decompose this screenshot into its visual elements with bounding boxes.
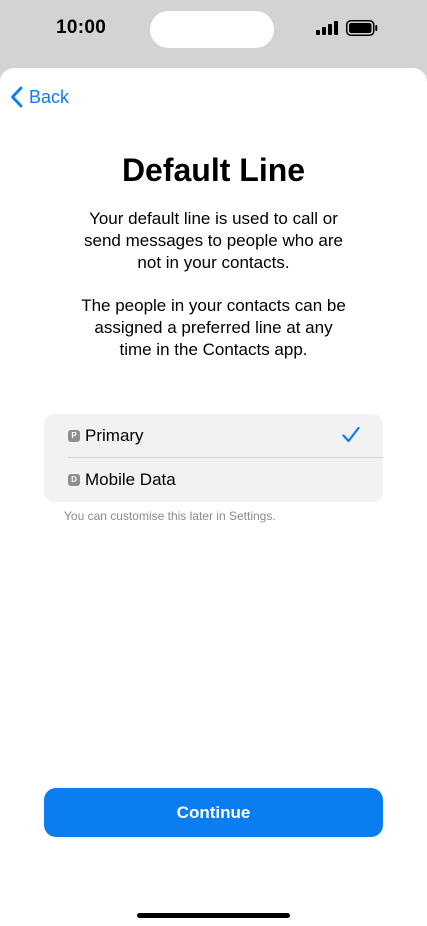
option-label-mobile-data: Mobile Data [85, 470, 176, 489]
description-paragraph-1: Your default line is used to call or sen… [84, 209, 343, 272]
option-label-primary: Primary [85, 426, 144, 445]
page-title: Default Line [121, 152, 306, 188]
line-badge-primary: P [68, 430, 80, 442]
description-paragraph-2: The people in your contacts can be assig… [81, 296, 346, 359]
line-badge-mobile-data: D [68, 474, 80, 486]
back-label: Back [29, 86, 70, 107]
settings-hint: You can customise this later in Settings… [64, 509, 276, 523]
dynamic-island [150, 11, 274, 48]
default-line-sheet: Back Default Line Your default line is u… [0, 68, 427, 926]
chevron-left-icon [11, 86, 23, 108]
cellular-signal-icon [316, 21, 338, 35]
checkmark-icon [342, 426, 360, 443]
status-time: 10:00 [56, 17, 107, 38]
home-indicator [137, 913, 290, 918]
battery-icon [346, 20, 378, 36]
option-primary[interactable]: P Primary [44, 414, 383, 458]
line-options-list: P Primary D Mobile Data [44, 414, 383, 502]
status-bar: 10:00 [0, 0, 427, 60]
back-button[interactable]: Back [10, 84, 69, 110]
continue-button[interactable]: Continue [44, 788, 383, 837]
option-mobile-data[interactable]: D Mobile Data [44, 458, 383, 502]
